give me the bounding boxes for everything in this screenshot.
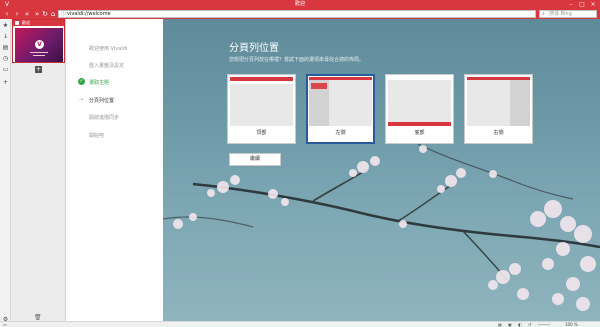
- zoom-level: 100 %: [565, 322, 578, 327]
- search-placeholder: 搜尋 Bing: [549, 11, 572, 17]
- close-icon[interactable]: ×: [588, 0, 598, 9]
- page-actions-icon[interactable]: ◧: [518, 322, 522, 327]
- step-welcome[interactable]: 歡迎使用 Vivaldi: [89, 45, 127, 52]
- zoom-slider[interactable]: ─────: [538, 322, 550, 327]
- downloads-icon[interactable]: ↓: [1, 32, 10, 41]
- search-field[interactable]: ⌕ 搜尋 Bing: [539, 10, 597, 18]
- home-icon[interactable]: ⌂: [48, 9, 58, 19]
- step-theme[interactable]: ✓ 選取主題: [78, 78, 110, 86]
- reset-zoom-icon[interactable]: ↺: [528, 322, 531, 327]
- page-heading: 分頁列位置: [229, 43, 279, 54]
- step-label: 匯入書籤及設定: [89, 63, 125, 69]
- history-icon[interactable]: ◷: [1, 54, 10, 63]
- page-subtext: 您想把分頁列放在哪裡？嘗試下面的選項來尋找合適的佈局。: [229, 57, 365, 63]
- tab-welcome[interactable]: 歡迎 V: [12, 19, 65, 63]
- preview-tabbar: [510, 80, 530, 126]
- preview-addressbar: [230, 81, 293, 84]
- preview-top: [230, 77, 293, 126]
- arrow-right-icon: →: [79, 97, 84, 103]
- option-label: 右側: [493, 130, 504, 136]
- option-right[interactable]: 右側: [464, 74, 533, 144]
- option-label: 頂部: [256, 130, 267, 136]
- step-tab-position[interactable]: → 分頁列位置: [79, 97, 115, 104]
- forward-icon[interactable]: ›: [12, 9, 22, 19]
- panel-bar: ★ ↓ ▤ ◷ ▭ + ⚙: [0, 19, 11, 327]
- browser-window: V 歡迎 – □ × ‹ › « » ↻ ⌂ ⓘ vivaldi://welco…: [0, 0, 600, 327]
- preview-addressbar: [388, 77, 451, 80]
- search-engine-icon[interactable]: ⌕: [542, 11, 545, 17]
- window-panel-icon[interactable]: ▭: [1, 65, 10, 74]
- step-label: 選取主題: [89, 80, 110, 86]
- tab-favicon-icon: [15, 21, 19, 25]
- step-label: 分頁列位置: [89, 98, 115, 104]
- address-bar: ‹ › « » ↻ ⌂ ⓘ vivaldi://welcome ⌕ 搜尋 Bin…: [0, 9, 600, 19]
- option-label: 底部: [414, 130, 425, 136]
- vivaldi-logo-icon: V: [35, 40, 44, 49]
- page-info-icon[interactable]: ⓘ: [61, 11, 66, 17]
- image-icon[interactable]: ▣: [508, 322, 512, 327]
- bookmarks-icon[interactable]: ★: [1, 21, 10, 30]
- option-bottom[interactable]: 底部: [385, 74, 454, 144]
- tab-header: 歡迎: [13, 20, 64, 26]
- minimize-icon[interactable]: –: [566, 0, 576, 9]
- tab-bar: 歡迎 V + 🗑: [11, 19, 66, 327]
- trash-icon[interactable]: 🗑: [34, 314, 42, 321]
- step-label: 歡迎使用 Vivaldi: [89, 46, 128, 52]
- step-import[interactable]: 匯入書籤及設定: [89, 62, 124, 69]
- preview-bottom: [388, 77, 451, 126]
- step-sync[interactable]: 開啟進階同步: [89, 114, 119, 121]
- add-web-panel-icon[interactable]: +: [1, 78, 10, 87]
- preview-active-tab: [311, 83, 327, 89]
- tile-icon[interactable]: ▦: [498, 322, 502, 327]
- panel-toggle-icon[interactable]: ▭: [3, 322, 7, 327]
- preview-tabbar: [388, 122, 451, 126]
- step-start[interactable]: 開始吧: [89, 132, 104, 139]
- tab-title: 歡迎: [22, 20, 30, 25]
- url-field[interactable]: ⓘ vivaldi://welcome: [58, 10, 536, 18]
- thumbnail-text-line: [30, 52, 48, 53]
- continue-button[interactable]: 繼續: [229, 153, 281, 166]
- window-title: 歡迎: [294, 1, 305, 7]
- step-label: 開始吧: [89, 133, 105, 139]
- check-icon: ✓: [78, 78, 85, 85]
- maximize-icon[interactable]: □: [577, 0, 587, 9]
- option-left[interactable]: 左側: [306, 74, 375, 144]
- welcome-steps: 歡迎使用 Vivaldi 匯入書籤及設定 ✓ 選取主題 → 分頁列位置 開啟進階…: [67, 19, 163, 321]
- main-content: 分頁列位置 您想把分頁列放在哪裡？嘗試下面的選項來尋找合適的佈局。 頂部 左側: [163, 19, 600, 321]
- preview-right: [467, 77, 530, 126]
- status-bar: ▭ ▦ ▣ ◧ ↺ ───── 100 %: [0, 321, 600, 327]
- rewind-icon[interactable]: «: [22, 9, 32, 19]
- cherry-blossom-background: [163, 100, 600, 311]
- notes-icon[interactable]: ▤: [1, 43, 10, 52]
- thumbnail-text-line: [33, 55, 45, 56]
- url-text: vivaldi://welcome: [67, 11, 111, 17]
- preview-left: [309, 77, 372, 126]
- option-top[interactable]: 頂部: [227, 74, 296, 144]
- back-icon[interactable]: ‹: [2, 9, 12, 19]
- step-label: 開啟進階同步: [89, 115, 120, 121]
- title-bar: V 歡迎 – □ ×: [0, 0, 600, 9]
- tab-thumbnail: V: [15, 28, 63, 62]
- option-label: 左側: [335, 130, 346, 136]
- new-tab-button[interactable]: +: [35, 66, 42, 73]
